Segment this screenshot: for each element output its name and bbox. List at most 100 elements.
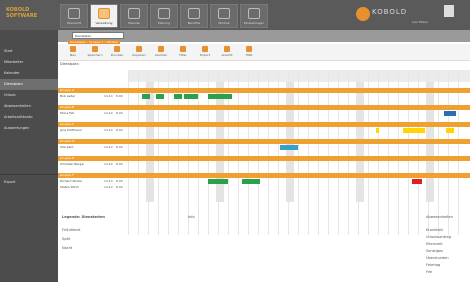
section-title: Dienstplan bbox=[60, 62, 79, 66]
shift-bar[interactable] bbox=[184, 94, 198, 99]
day-column-line bbox=[318, 70, 319, 235]
toolbar-label: Ansicht bbox=[221, 53, 233, 57]
toolbar-button[interactable]: Ansicht bbox=[216, 46, 238, 57]
shift-bar[interactable] bbox=[412, 179, 422, 184]
nav-gear[interactable]: Einstellungen bbox=[240, 4, 268, 28]
shift-bar[interactable] bbox=[242, 179, 260, 184]
toolbar-button[interactable]: Drucken bbox=[106, 46, 128, 57]
nav-person[interactable]: Verwaltung bbox=[90, 4, 118, 28]
day-column-line bbox=[198, 70, 199, 235]
group-header-bar bbox=[58, 88, 470, 93]
toolbar-label: Filter bbox=[179, 53, 187, 57]
toolbar-label: Export bbox=[200, 53, 210, 57]
toolbar-icon bbox=[158, 46, 164, 52]
day-column-line bbox=[458, 70, 459, 235]
shift-bar[interactable] bbox=[280, 145, 298, 150]
day-column-line bbox=[168, 70, 169, 235]
day-column-line bbox=[328, 70, 329, 235]
employee-hours: 8.00 bbox=[116, 185, 123, 189]
nav-label: Übersicht bbox=[66, 21, 82, 25]
nav-label: Verwaltung bbox=[95, 21, 113, 25]
toolbar-button[interactable]: Speichern bbox=[84, 46, 106, 57]
home-icon bbox=[68, 8, 80, 19]
day-column-line bbox=[258, 70, 259, 235]
sidebar-item[interactable]: Urlaub bbox=[0, 90, 58, 101]
sidebar-item[interactable]: Kalender bbox=[0, 68, 58, 79]
employee-name[interactable]: Ulla Kant bbox=[60, 145, 100, 149]
employee-hours: 8.00 bbox=[116, 128, 123, 132]
group-header-label: Gruppe B bbox=[60, 105, 75, 109]
day-column-line bbox=[448, 70, 449, 235]
puzzle-icon bbox=[218, 8, 230, 19]
main-content: Dienstplan Dienstplan › Gruppe 1 › Oktob… bbox=[58, 30, 470, 282]
sidebar-item[interactable]: Start bbox=[0, 46, 58, 57]
avatar[interactable] bbox=[444, 5, 454, 17]
employee-date: 14.10 bbox=[104, 162, 113, 166]
nav-label: Planung bbox=[157, 21, 171, 25]
sidebar-item[interactable]: Auswertungen bbox=[0, 123, 58, 134]
shift-bar[interactable] bbox=[446, 128, 454, 133]
day-column-line bbox=[398, 70, 399, 235]
employee-name[interactable]: Christian Berger bbox=[60, 162, 100, 166]
employee-name[interactable]: Bob Leiter bbox=[60, 94, 100, 98]
employee-date: 14.10 bbox=[104, 111, 113, 115]
group-header-bar bbox=[58, 139, 470, 144]
employee-hours: 8.00 bbox=[116, 94, 123, 98]
group-header-label: Gruppe A bbox=[60, 88, 75, 92]
group-header-bar bbox=[58, 122, 470, 127]
sidebar-item[interactable]: Abwesenheiten bbox=[0, 101, 58, 112]
sidebar-divider bbox=[0, 174, 58, 175]
day-column-line bbox=[128, 70, 129, 235]
day-column-line bbox=[308, 70, 309, 235]
group-header-bar bbox=[58, 156, 470, 161]
sidebar-item[interactable]: Mitarbeiter bbox=[0, 57, 58, 68]
employee-date: 14.10 bbox=[104, 185, 113, 189]
shift-bar[interactable] bbox=[444, 111, 456, 116]
employee-name[interactable]: Mona Fell bbox=[60, 111, 100, 115]
toolbar-button[interactable]: Löschen bbox=[150, 46, 172, 57]
employee-name[interactable]: Stefan Wirth bbox=[60, 185, 100, 189]
top-user-name[interactable]: Lisa Müller bbox=[412, 20, 428, 24]
employee-name[interactable]: Jens Hoffmann bbox=[60, 128, 100, 132]
nav-puzzle[interactable]: Module bbox=[210, 4, 238, 28]
nav-label: Berichte bbox=[187, 21, 201, 25]
employee-date: 14.10 bbox=[104, 145, 113, 149]
sidebar: Start Mitarbeiter Kalender Dienstplan Urlaub… bbox=[0, 30, 58, 282]
absence-item: Elternzeit bbox=[426, 242, 443, 246]
toolbar-icon bbox=[180, 46, 186, 52]
sidebar-item[interactable]: Export bbox=[0, 177, 58, 188]
toolbar-button[interactable]: Filter bbox=[172, 46, 194, 57]
day-column-line bbox=[378, 70, 379, 235]
shift-bar[interactable] bbox=[403, 128, 425, 133]
day-column-line bbox=[278, 70, 279, 235]
toolbar-button[interactable]: Hilfe bbox=[238, 46, 260, 57]
group-header-label: Gruppe C bbox=[60, 122, 75, 126]
shift-bar[interactable] bbox=[208, 179, 228, 184]
shift-bar[interactable] bbox=[156, 94, 164, 99]
toolbar-button[interactable]: Export bbox=[194, 46, 216, 57]
plan-selector[interactable]: Dienstplan bbox=[72, 32, 124, 39]
sidebar-item[interactable]: Arbeitszeitkonto bbox=[0, 112, 58, 123]
nav-list[interactable]: Dienste bbox=[120, 4, 148, 28]
shift-bar[interactable] bbox=[174, 94, 182, 99]
day-column-line bbox=[268, 70, 269, 235]
sidebar-item[interactable]: Dienstplan bbox=[0, 79, 58, 90]
nav-calendar[interactable]: Planung bbox=[150, 4, 178, 28]
toolbar-label: Hilfe bbox=[245, 53, 253, 57]
employee-name[interactable]: Richard Winter bbox=[60, 179, 100, 183]
logo-line-2: SOFTWARE bbox=[6, 13, 38, 19]
employee-hours: 8.00 bbox=[116, 179, 123, 183]
nav-label: Dienste bbox=[128, 21, 140, 25]
toolbar-button[interactable]: Kopieren bbox=[128, 46, 150, 57]
nav-chart[interactable]: Berichte bbox=[180, 4, 208, 28]
shift-bar[interactable] bbox=[208, 94, 232, 99]
shift-bar[interactable] bbox=[376, 128, 379, 133]
group-header-label: Gruppe F bbox=[60, 173, 74, 177]
nav-home[interactable]: Übersicht bbox=[60, 4, 88, 28]
toolbar-icon bbox=[70, 46, 76, 52]
shift-bar[interactable] bbox=[142, 94, 150, 99]
top-bar: KOBOLD SOFTWARE Übersicht Verwaltung Diens… bbox=[0, 0, 470, 30]
day-column-line bbox=[248, 70, 249, 235]
employee-hours: 8.00 bbox=[116, 162, 123, 166]
toolbar-button[interactable]: Neu bbox=[62, 46, 84, 57]
